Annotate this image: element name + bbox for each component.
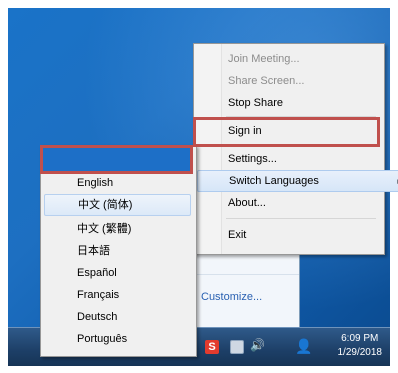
menu-item-settings[interactable]: Settings...: [222, 148, 378, 170]
language-item-label: Deutsch: [77, 311, 118, 323]
menu-item-label: Share Screen...: [228, 75, 305, 87]
language-item-label: Français: [77, 289, 120, 301]
menu-item-share-screen[interactable]: Share Screen...: [222, 70, 378, 92]
menu-item-about[interactable]: About...: [222, 192, 378, 214]
language-item-chinese-simplified[interactable]: 中文 (简体): [44, 194, 191, 216]
language-item-spanish[interactable]: Español: [44, 262, 191, 284]
system-clock[interactable]: 6:09 PM 1/29/2018: [338, 332, 383, 360]
language-item-label: Español: [77, 267, 117, 279]
menu-item-label: Exit: [228, 229, 247, 241]
menu-item-label: Join Meeting...: [228, 53, 300, 65]
tray-context-menu: Join Meeting... Share Screen... Stop Sha…: [193, 43, 398, 255]
language-item-japanese[interactable]: 日本語: [44, 240, 191, 262]
menu-item-label: Stop Share: [228, 97, 284, 109]
language-item-english[interactable]: English: [44, 172, 191, 194]
language-item-label: 日本語: [77, 245, 110, 257]
clock-date: 1/29/2018: [337, 347, 383, 358]
menu-item-label: About...: [228, 197, 266, 209]
clock-time: 6:09 PM: [341, 333, 379, 344]
language-item-portuguese[interactable]: Português: [44, 328, 191, 350]
flyout-separator: [191, 274, 299, 275]
menu-separator: [226, 218, 376, 219]
language-submenu: English 中文 (简体) 中文 (繁體) 日本語 Español Fran…: [40, 145, 197, 357]
language-item-french[interactable]: Français: [44, 284, 191, 306]
network-icon[interactable]: [230, 340, 244, 354]
language-item-label: 中文 (简体): [78, 199, 133, 211]
user-icon[interactable]: 👤: [295, 338, 312, 354]
language-item-label: English: [77, 177, 114, 189]
menu-gutter: [194, 44, 222, 254]
app-s-icon[interactable]: S: [205, 340, 219, 354]
customize-link[interactable]: Customize...: [201, 291, 262, 303]
menu-item-stop-share[interactable]: Stop Share: [222, 92, 378, 114]
screenshot-frame: Customize... Join Meeting... Share Scree…: [0, 0, 398, 373]
menu-item-label: Switch Languages: [229, 175, 319, 187]
menu-item-label: Settings...: [228, 153, 277, 165]
annotation-highlight-language: [40, 145, 193, 174]
menu-item-exit[interactable]: Exit: [222, 224, 378, 246]
language-item-german[interactable]: Deutsch: [44, 306, 191, 328]
volume-icon[interactable]: 🔊: [250, 338, 265, 352]
menu-item-switch-languages[interactable]: Switch Languages ▸: [197, 170, 398, 192]
language-item-label: Português: [77, 333, 128, 345]
language-item-label: 中文 (繁體): [77, 223, 132, 235]
annotation-highlight-sign-in: [193, 117, 380, 147]
language-item-chinese-traditional[interactable]: 中文 (繁體): [44, 218, 191, 240]
menu-item-join-meeting[interactable]: Join Meeting...: [222, 48, 378, 70]
